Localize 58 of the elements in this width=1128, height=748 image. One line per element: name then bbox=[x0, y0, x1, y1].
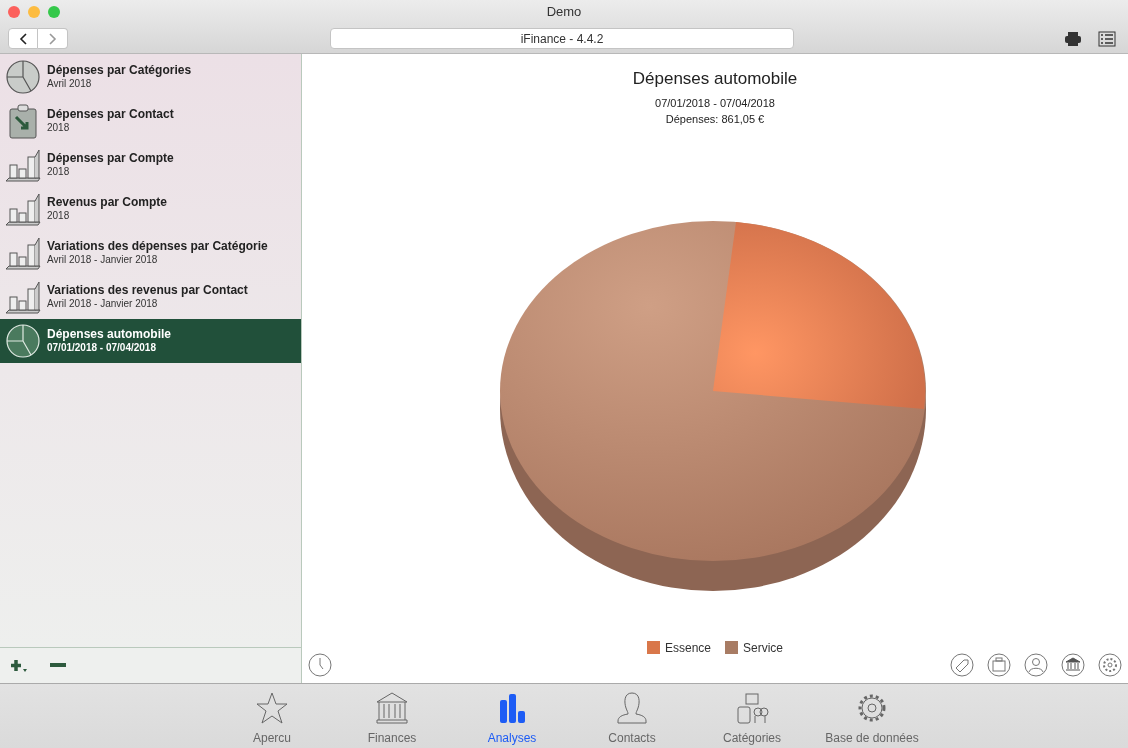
tab[interactable]: Base de données bbox=[812, 690, 932, 747]
briefcase-icon[interactable] bbox=[987, 653, 1011, 677]
legend-label: Essence bbox=[664, 639, 711, 657]
address-field[interactable]: iFinance - 4.4.2 bbox=[330, 28, 794, 49]
report-subtitle: Avril 2018 bbox=[47, 77, 93, 90]
report-title: Dépenses automobile bbox=[47, 328, 172, 341]
person-icon[interactable] bbox=[1024, 653, 1048, 677]
back-button[interactable] bbox=[8, 28, 38, 49]
report-subtitle: 07/01/2018 - 07/04/2018 bbox=[47, 341, 157, 354]
report-item[interactable]: Dépenses par Contact 2018 bbox=[0, 99, 301, 143]
tab[interactable]: Finances bbox=[332, 690, 452, 747]
tab[interactable]: Contacts bbox=[572, 690, 692, 747]
report-item[interactable]: Variations des dépenses par Catégorie Avril 2018 - Janvier 2018 bbox=[0, 231, 301, 275]
report-item[interactable]: Dépenses par Compte 2018 bbox=[0, 143, 301, 187]
report-title: Variations des revenus par Contact bbox=[47, 284, 248, 297]
chevron-right-icon bbox=[48, 32, 57, 45]
report-total: Dépenses: 861,05 € bbox=[665, 112, 765, 127]
report-title: Dépenses par Compte bbox=[47, 152, 174, 165]
bar-chart-icon bbox=[5, 147, 41, 183]
report-subtitle: 2018 bbox=[47, 209, 71, 222]
clock-icon[interactable] bbox=[308, 653, 332, 677]
tab[interactable]: Analyses bbox=[452, 690, 572, 747]
tab[interactable]: Apercu bbox=[212, 690, 332, 747]
add-icon[interactable] bbox=[10, 658, 28, 673]
report-subtitle: 2018 bbox=[47, 165, 71, 178]
remove-icon[interactable] bbox=[50, 662, 66, 669]
list-icon[interactable] bbox=[1098, 30, 1116, 47]
report-title: Dépenses par Contact bbox=[47, 108, 174, 121]
tab[interactable]: Catégories bbox=[692, 690, 812, 747]
close-button[interactable] bbox=[8, 6, 20, 18]
report-title: Variations des dépenses par Catégorie bbox=[47, 240, 268, 253]
star-icon bbox=[254, 690, 290, 726]
chevron-left-icon bbox=[19, 32, 27, 45]
categories-icon bbox=[734, 690, 770, 726]
report-subtitle: 2018 bbox=[47, 121, 71, 134]
bar-chart-icon bbox=[5, 191, 41, 227]
pie-chart-icon bbox=[5, 59, 41, 95]
report-title: Revenus par Compte bbox=[47, 196, 168, 209]
window-title: Demo bbox=[546, 3, 582, 22]
bank-icon[interactable] bbox=[1061, 653, 1085, 677]
tag-icon[interactable] bbox=[950, 653, 974, 677]
report-item[interactable]: Revenus par Compte 2018 bbox=[0, 187, 301, 231]
settings-icon[interactable] bbox=[1098, 653, 1122, 677]
report-subtitle: Avril 2018 - Janvier 2018 bbox=[47, 297, 159, 310]
report-subtitle: Avril 2018 - Janvier 2018 bbox=[47, 253, 159, 266]
report-period: 07/01/2018 - 07/04/2018 bbox=[655, 95, 775, 111]
report-title: Dépenses par Catégories bbox=[47, 64, 192, 77]
report-item[interactable]: Dépenses automobile 07/01/2018 - 07/04/2018 bbox=[0, 319, 301, 363]
bar-chart-icon bbox=[5, 279, 41, 315]
legend-label: Service bbox=[743, 639, 783, 657]
person-icon bbox=[614, 690, 650, 726]
report-title: Dépenses automobile bbox=[632, 68, 798, 90]
bar-chart-icon bbox=[5, 235, 41, 271]
report-item[interactable]: Variations des revenus par Contact Avril 2018 - Janvier 2018 bbox=[0, 275, 301, 319]
pie-chart-icon bbox=[5, 323, 41, 359]
report-item[interactable]: Dépenses par Catégories Avril 2018 bbox=[0, 55, 301, 99]
bank-icon bbox=[374, 690, 410, 726]
print-icon[interactable] bbox=[1064, 30, 1082, 47]
